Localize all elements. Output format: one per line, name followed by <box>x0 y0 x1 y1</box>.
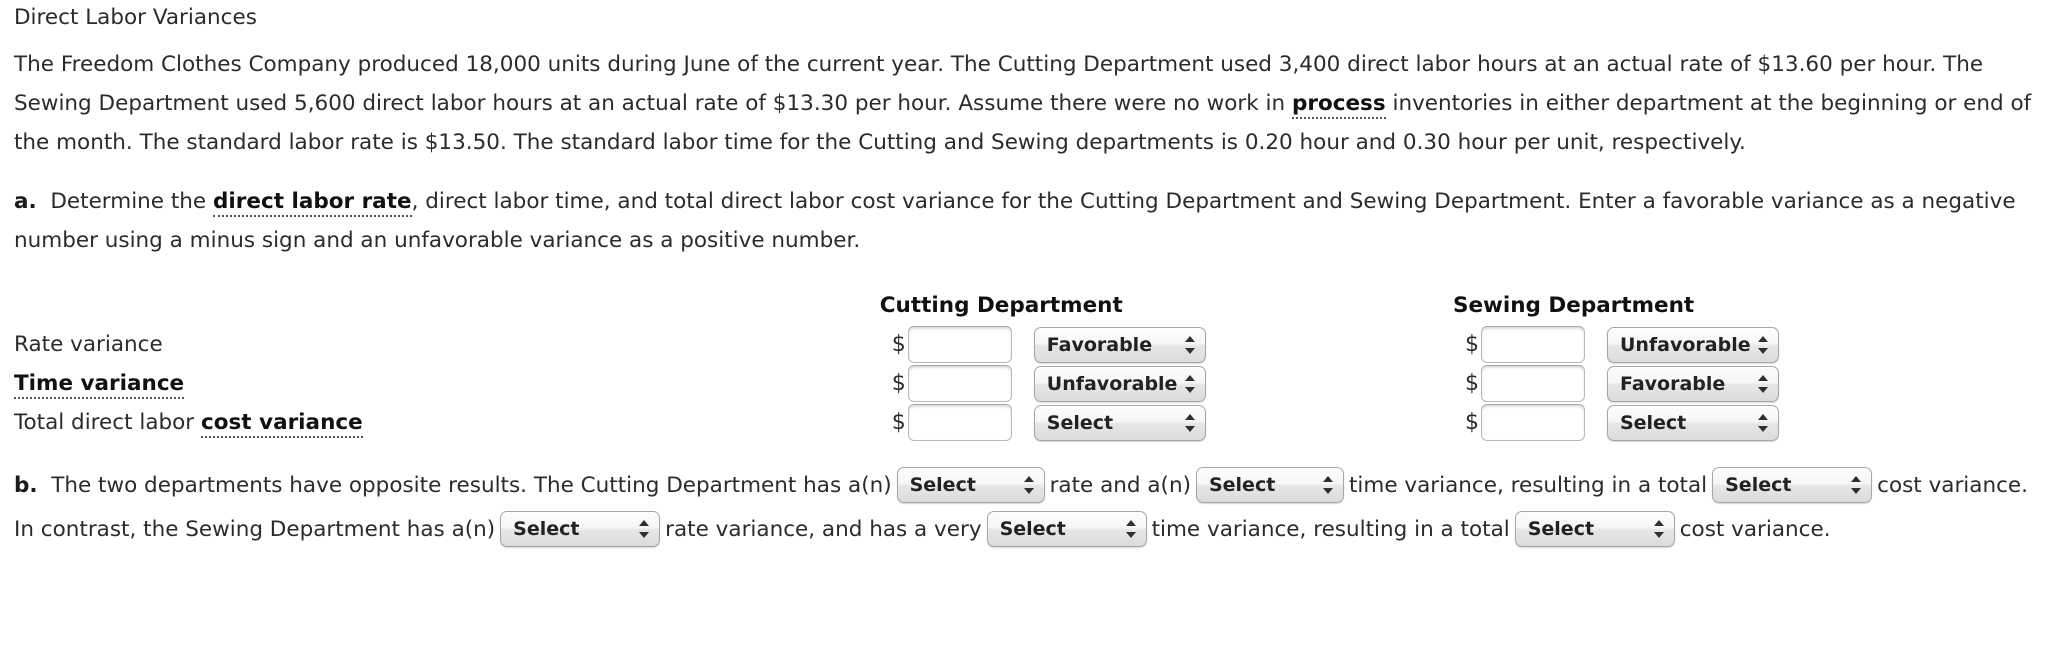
table-row: Total direct labor cost variance $ Selec… <box>14 403 2032 442</box>
page-title: Direct Labor Variances <box>14 5 257 30</box>
cell-sewing-time-variance: $ Favorable <box>1453 364 2032 403</box>
cell-sewing-rate-variance: $ Unfavorable <box>1453 325 2032 364</box>
row-label-time-variance: Time variance <box>14 364 880 403</box>
updown-arrows-icon <box>1184 413 1196 433</box>
part-b-text-1: The two departments have opposite result… <box>51 473 892 498</box>
select-b-sewing-rate[interactable]: Select <box>500 511 661 547</box>
part-b-statement: b. The two departments have opposite res… <box>14 442 2032 552</box>
variance-answer-table: Cutting Department Sewing Department Rat… <box>14 286 2032 442</box>
cell-cutting-time-variance: $ Unfavorable <box>880 364 1453 403</box>
input-sewing-total-cost-variance[interactable] <box>1480 404 1585 441</box>
input-cutting-time-variance[interactable] <box>907 365 1012 402</box>
select-sewing-rate-variance[interactable]: Unfavorable <box>1606 326 1779 363</box>
row-label-term: Time variance <box>14 371 185 399</box>
select-b-sewing-rate-value: Select <box>513 518 580 540</box>
table-row: Time variance $ Unfavorable $ Favorable <box>14 364 2032 403</box>
select-cutting-time-variance-value: Unfavorable <box>1046 372 1178 395</box>
select-b-cutting-rate[interactable]: Select <box>896 467 1045 503</box>
part-b-text-3: time variance, resulting in a total <box>1348 473 1708 498</box>
dollar-sign-icon: $ <box>891 409 906 435</box>
part-b-text-6: time variance, resulting in a total <box>1151 517 1510 542</box>
select-b-sewing-time-value: Select <box>999 518 1066 540</box>
part-a-term-direct-labor-rate: direct labor rate <box>213 189 412 217</box>
updown-arrows-icon <box>1757 413 1769 433</box>
select-b-sewing-time[interactable]: Select <box>986 511 1147 547</box>
updown-arrows-icon <box>1023 475 1035 495</box>
select-sewing-total-cost-variance-value: Select <box>1619 411 1687 434</box>
select-b-cutting-time[interactable]: Select <box>1195 467 1344 503</box>
row-label-total-cost-variance: Total direct labor cost variance <box>14 403 880 442</box>
select-cutting-time-variance[interactable]: Unfavorable <box>1033 365 1206 402</box>
column-header-cutting-department: Cutting Department <box>879 293 1123 318</box>
table-header-row: Cutting Department Sewing Department <box>14 286 2032 325</box>
table-header-blank <box>14 286 880 325</box>
dollar-sign-icon: $ <box>1464 331 1479 357</box>
select-cutting-rate-variance-value: Favorable <box>1046 333 1153 356</box>
select-cutting-total-cost-variance[interactable]: Select <box>1033 404 1206 441</box>
updown-arrows-icon <box>1653 519 1665 539</box>
part-a-instructions: a. Determine the direct labor rate, dire… <box>14 162 2032 260</box>
input-sewing-rate-variance[interactable] <box>1480 326 1585 363</box>
select-cutting-total-cost-variance-value: Select <box>1046 411 1114 434</box>
updown-arrows-icon <box>1184 335 1196 355</box>
input-cutting-total-cost-variance[interactable] <box>907 404 1012 441</box>
row-label-rate-variance: Rate variance <box>14 325 880 364</box>
part-b-text-2: rate and a(n) <box>1049 473 1191 498</box>
updown-arrows-icon <box>1757 374 1769 394</box>
table-row: Rate variance $ Favorable $ Unfavorable <box>14 325 2032 364</box>
dollar-sign-icon: $ <box>1464 370 1479 396</box>
column-header-sewing-department: Sewing Department <box>1452 293 1695 318</box>
problem-term-process: process <box>1291 91 1386 119</box>
cell-cutting-rate-variance: $ Favorable <box>880 325 1453 364</box>
updown-arrows-icon <box>1322 475 1334 495</box>
part-b-marker: b. <box>14 473 38 498</box>
part-a-text-1: Determine the <box>50 189 213 214</box>
dollar-sign-icon: $ <box>891 370 906 396</box>
part-a-marker: a. <box>14 189 37 214</box>
select-cutting-rate-variance[interactable]: Favorable <box>1033 326 1206 363</box>
select-b-cutting-rate-value: Select <box>909 474 976 496</box>
part-b-text-7: cost variance. <box>1679 517 1831 542</box>
select-sewing-time-variance[interactable]: Favorable <box>1606 365 1779 402</box>
cell-cutting-total-cost-variance: $ Select <box>880 403 1453 442</box>
row-label-text: Total direct labor <box>14 410 201 435</box>
input-cutting-rate-variance[interactable] <box>907 326 1012 363</box>
updown-arrows-icon <box>639 519 650 539</box>
row-label-term: cost variance <box>200 410 363 438</box>
updown-arrows-icon <box>1851 475 1862 495</box>
part-b-text-5: rate variance, and has a very <box>665 517 982 542</box>
cell-sewing-total-cost-variance: $ Select <box>1453 403 2032 442</box>
select-sewing-total-cost-variance[interactable]: Select <box>1606 404 1779 441</box>
updown-arrows-icon <box>1125 519 1137 539</box>
select-b-sewing-total[interactable]: Select <box>1514 511 1675 547</box>
select-sewing-rate-variance-value: Unfavorable <box>1619 333 1751 356</box>
dollar-sign-icon: $ <box>891 331 906 357</box>
input-sewing-time-variance[interactable] <box>1480 365 1585 402</box>
problem-statement: The Freedom Clothes Company produced 18,… <box>14 33 2032 162</box>
select-b-cutting-time-value: Select <box>1208 474 1276 496</box>
updown-arrows-icon <box>1757 335 1769 355</box>
dollar-sign-icon: $ <box>1464 409 1479 435</box>
worksheet-page: Direct Labor Variances The Freedom Cloth… <box>0 0 2046 552</box>
select-sewing-time-variance-value: Favorable <box>1619 372 1726 395</box>
updown-arrows-icon <box>1184 374 1196 394</box>
select-b-cutting-total-value: Select <box>1725 474 1792 496</box>
select-b-sewing-total-value: Select <box>1527 518 1595 540</box>
select-b-cutting-total[interactable]: Select <box>1712 467 1873 503</box>
row-label-text: Rate variance <box>14 332 163 357</box>
